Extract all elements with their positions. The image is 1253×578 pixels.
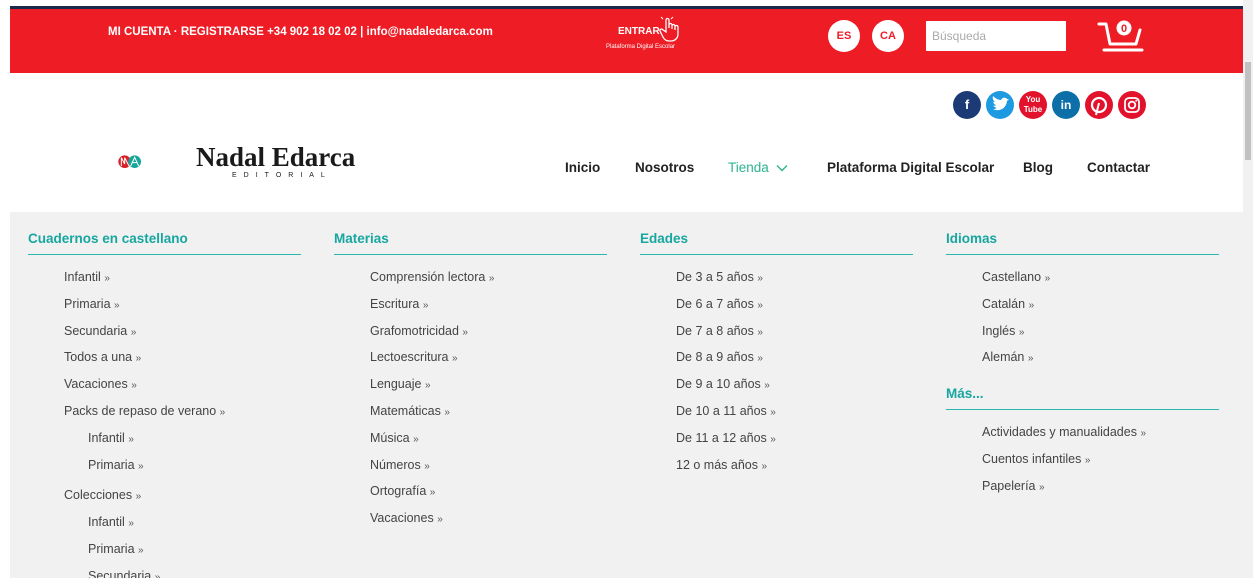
account-links[interactable]: MI CUENTA · REGISTRARSE +34 902 18 02 02… — [108, 26, 493, 38]
nav-inicio[interactable]: Inicio — [565, 160, 600, 175]
instagram-icon[interactable] — [1118, 91, 1146, 119]
cart-icon[interactable]: 0 — [1096, 18, 1148, 58]
mega-menu: Cuadernos en castellano Infantil » Prima… — [10, 212, 1243, 578]
menu-item[interactable]: De 10 a 11 años » — [676, 399, 913, 426]
nav-blog[interactable]: Blog — [1023, 160, 1053, 175]
facebook-icon[interactable]: f — [953, 91, 981, 119]
menu-column-cuadernos: Cuadernos en castellano Infantil » Prima… — [28, 212, 301, 578]
menu-item[interactable]: Catalán » — [982, 292, 1219, 319]
menu-subitem[interactable]: Infantil » — [64, 426, 301, 453]
menu-item[interactable]: De 3 a 5 años » — [676, 265, 913, 292]
search-input[interactable] — [926, 21, 1066, 51]
menu-item[interactable]: Lenguaje » — [370, 372, 607, 399]
menu-item[interactable]: Lectoescritura » — [370, 345, 607, 372]
nav-tienda[interactable]: Tienda — [728, 160, 788, 175]
youtube-icon[interactable]: You Tube — [1019, 91, 1047, 119]
menu-item[interactable]: Secundaria » — [64, 319, 301, 346]
menu-column-edades: Edades De 3 a 5 años » De 6 a 7 años » D… — [640, 212, 913, 479]
menu-item[interactable]: Infantil » — [64, 265, 301, 292]
pinterest-icon[interactable] — [1085, 91, 1113, 119]
entrar-label: ENTRAR — [618, 26, 660, 37]
menu-item[interactable]: De 9 a 10 años » — [676, 372, 913, 399]
menu-item[interactable]: De 11 a 12 años » — [676, 426, 913, 453]
linkedin-icon[interactable]: in — [1052, 91, 1080, 119]
menu-subitem[interactable]: Infantil » — [64, 510, 301, 537]
top-strip — [0, 0, 1253, 9]
scrollbar-thumb[interactable] — [1245, 62, 1251, 160]
menu-item[interactable]: De 7 a 8 años » — [676, 319, 913, 346]
menu-item[interactable]: Todos a una » — [64, 345, 301, 372]
menu-item[interactable]: Grafomotricidad » — [370, 319, 607, 346]
menu-subitem[interactable]: Primaria » — [64, 537, 301, 564]
menu-heading-idiomas[interactable]: Idiomas — [946, 212, 1219, 255]
menu-item[interactable]: Primaria » — [64, 292, 301, 319]
nav-tienda-label: Tienda — [728, 160, 769, 175]
menu-section-mas: Más... Actividades y manualidades » Cuen… — [946, 372, 1219, 500]
menu-item[interactable]: Papelería » — [982, 474, 1219, 501]
menu-item[interactable]: Actividades y manualidades » — [982, 420, 1219, 447]
page-scrollbar[interactable] — [1243, 0, 1253, 578]
menu-column-materias: Materias Comprensión lectora » Escritura… — [334, 212, 607, 533]
menu-item[interactable]: Cuentos infantiles » — [982, 447, 1219, 474]
lang-es-button[interactable]: ES — [828, 20, 860, 52]
menu-item[interactable]: Vacaciones » — [64, 372, 301, 399]
menu-item[interactable]: Alemán » — [982, 345, 1219, 372]
menu-subitem[interactable]: Secundaria » — [64, 564, 301, 578]
menu-heading-cuadernos[interactable]: Cuadernos en castellano — [28, 212, 301, 255]
chevron-down-icon — [776, 165, 788, 172]
menu-item[interactable]: 12 o más años » — [676, 453, 913, 480]
menu-item[interactable]: Música » — [370, 426, 607, 453]
lang-ca-button[interactable]: CA — [872, 20, 904, 52]
nav-nosotros[interactable]: Nosotros — [635, 160, 694, 175]
menu-heading-materias[interactable]: Materias — [334, 212, 607, 255]
menu-item[interactable]: Matemáticas » — [370, 399, 607, 426]
twitter-icon[interactable] — [986, 91, 1014, 119]
cart-count: 0 — [1121, 23, 1127, 35]
menu-item[interactable]: De 6 a 7 años » — [676, 292, 913, 319]
menu-item[interactable]: Ortografía » — [370, 479, 607, 506]
nav-plataforma[interactable]: Plataforma Digital Escolar — [827, 160, 994, 175]
menu-item[interactable]: De 8 a 9 años » — [676, 345, 913, 372]
menu-item[interactable]: Números » — [370, 453, 607, 480]
menu-column-idiomas: Idiomas Castellano » Catalán » Inglés » … — [946, 212, 1219, 501]
menu-item[interactable]: Packs de repaso de verano » — [64, 399, 301, 426]
menu-item[interactable]: Castellano » — [982, 265, 1219, 292]
pointer-hand-icon — [659, 16, 679, 42]
menu-heading-mas[interactable]: Más... — [946, 372, 1219, 411]
menu-item[interactable]: Vacaciones » — [370, 506, 607, 533]
entrar-button[interactable]: ENTRAR Plataforma Digital Escolar — [596, 12, 706, 56]
logo-mark[interactable] — [118, 138, 198, 188]
brand-tagline: EDITORIAL — [232, 172, 332, 179]
menu-subitem[interactable]: Primaria » — [64, 453, 301, 480]
menu-item[interactable]: Inglés » — [982, 319, 1219, 346]
brand-name[interactable]: Nadal Edarca — [196, 142, 355, 173]
menu-item[interactable]: Escritura » — [370, 292, 607, 319]
menu-item[interactable]: Colecciones » — [64, 483, 301, 510]
menu-item[interactable]: Comprensión lectora » — [370, 265, 607, 292]
menu-heading-edades[interactable]: Edades — [640, 212, 913, 255]
nav-contactar[interactable]: Contactar — [1087, 160, 1150, 175]
entrar-sub: Plataforma Digital Escolar — [606, 44, 676, 50]
